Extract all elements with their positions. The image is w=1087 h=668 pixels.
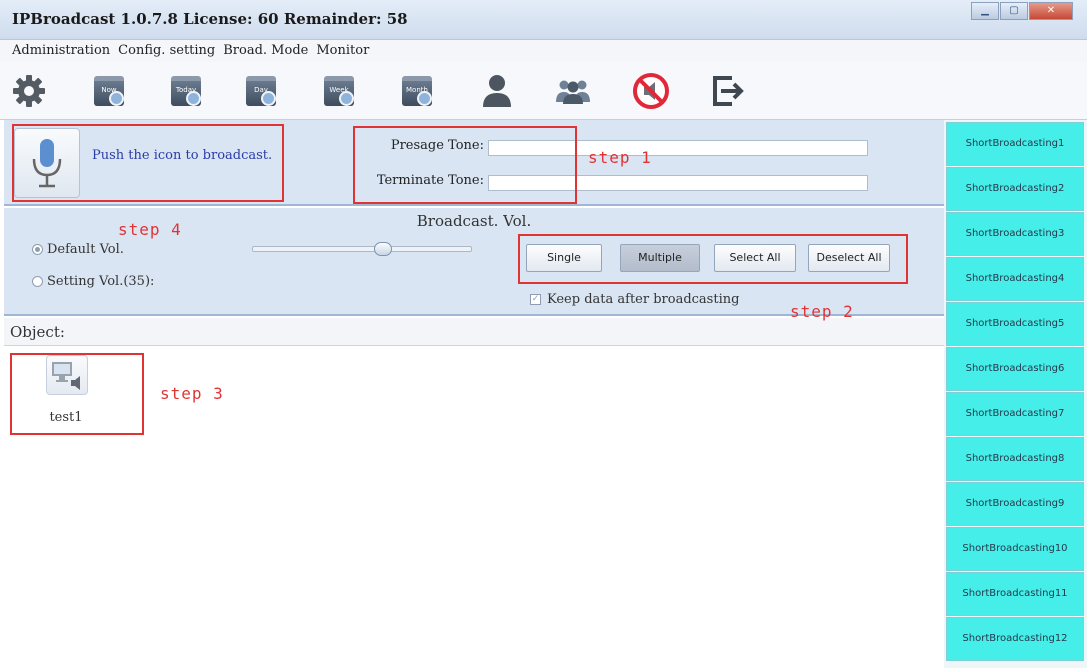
users-group-icon bbox=[556, 80, 590, 104]
minimize-button[interactable]: ▁ bbox=[971, 2, 999, 20]
user-button[interactable] bbox=[476, 70, 518, 112]
short-broadcasting-9[interactable]: ShortBroadcasting9 bbox=[946, 482, 1084, 526]
short-broadcasting-6[interactable]: ShortBroadcasting6 bbox=[946, 347, 1084, 391]
volume-slider[interactable] bbox=[252, 242, 472, 256]
setting-vol-label: Setting Vol.(35): bbox=[47, 274, 155, 289]
object-area: test1 bbox=[4, 347, 944, 668]
short-broadcasting-4[interactable]: ShortBroadcasting4 bbox=[946, 257, 1084, 301]
short-broadcasting-panel: ShortBroadcasting1 ShortBroadcasting2 Sh… bbox=[944, 120, 1087, 668]
gear-icon bbox=[13, 75, 45, 107]
settings-button[interactable] bbox=[8, 70, 50, 112]
calendar-now-icon: Now bbox=[94, 76, 124, 106]
step1-highlight-box bbox=[353, 126, 577, 204]
toolbar: Now Today Day Week Month bbox=[0, 62, 1087, 120]
menu-broad-mode[interactable]: Broad. Mode bbox=[223, 40, 308, 62]
clock-icon bbox=[261, 91, 276, 106]
step1-label: step 1 bbox=[588, 148, 652, 167]
keep-data-checkbox[interactable]: ✓ Keep data after broadcasting bbox=[530, 292, 739, 307]
menu-monitor[interactable]: Monitor bbox=[316, 40, 369, 62]
short-broadcasting-7[interactable]: ShortBroadcasting7 bbox=[946, 392, 1084, 436]
schedule-week-button[interactable]: Week bbox=[318, 70, 360, 112]
object-header: Object: bbox=[4, 318, 944, 346]
short-broadcasting-12[interactable]: ShortBroadcasting12 bbox=[946, 617, 1084, 661]
step4-label: step 4 bbox=[118, 220, 182, 239]
schedule-day-button[interactable]: Day bbox=[240, 70, 282, 112]
step3-highlight-box bbox=[10, 353, 144, 435]
broadcast-now-button[interactable]: Now bbox=[88, 70, 130, 112]
step2-highlight-box bbox=[518, 234, 908, 284]
user-group-button[interactable] bbox=[552, 70, 594, 112]
step4-highlight-box bbox=[12, 124, 284, 202]
radio-dot bbox=[32, 244, 43, 255]
menu-bar: Administration Config. setting Broad. Mo… bbox=[0, 40, 1087, 62]
user-icon bbox=[483, 75, 511, 107]
short-broadcasting-3[interactable]: ShortBroadcasting3 bbox=[946, 212, 1084, 256]
calendar-week-icon: Week bbox=[324, 76, 354, 106]
window-controls: ▁ ▢ ✕ bbox=[971, 2, 1073, 20]
checkbox-box: ✓ bbox=[530, 294, 541, 305]
exit-icon bbox=[713, 76, 744, 106]
setting-vol-radio[interactable]: Setting Vol.(35): bbox=[32, 274, 154, 289]
main-panel: Push the icon to broadcast. Presage Tone… bbox=[4, 120, 944, 668]
stop-broadcast-button[interactable] bbox=[630, 70, 672, 112]
clock-icon bbox=[417, 91, 432, 106]
volume-slider-thumb[interactable] bbox=[374, 242, 392, 256]
short-broadcasting-5[interactable]: ShortBroadcasting5 bbox=[946, 302, 1084, 346]
radio-dot bbox=[32, 276, 43, 287]
object-heading: Object: bbox=[10, 323, 65, 341]
short-broadcasting-10[interactable]: ShortBroadcasting10 bbox=[946, 527, 1084, 571]
short-broadcasting-2[interactable]: ShortBroadcasting2 bbox=[946, 167, 1084, 211]
schedule-today-button[interactable]: Today bbox=[165, 70, 207, 112]
close-button[interactable]: ✕ bbox=[1029, 2, 1073, 20]
clock-icon bbox=[339, 91, 354, 106]
calendar-day-icon: Day bbox=[246, 76, 276, 106]
calendar-month-icon: Month bbox=[402, 76, 432, 106]
default-vol-label: Default Vol. bbox=[47, 242, 124, 257]
menu-config-setting[interactable]: Config. setting bbox=[118, 40, 215, 62]
maximize-button[interactable]: ▢ bbox=[1000, 2, 1028, 20]
clock-icon bbox=[186, 91, 201, 106]
schedule-month-button[interactable]: Month bbox=[396, 70, 438, 112]
stop-broadcast-icon bbox=[633, 73, 669, 109]
short-broadcasting-11[interactable]: ShortBroadcasting11 bbox=[946, 572, 1084, 616]
short-broadcasting-8[interactable]: ShortBroadcasting8 bbox=[946, 437, 1084, 481]
calendar-today-icon: Today bbox=[171, 76, 201, 106]
title-bar: IPBroadcast 1.0.7.8 License: 60 Remainde… bbox=[0, 0, 1087, 40]
keep-data-label: Keep data after broadcasting bbox=[547, 292, 740, 307]
short-broadcasting-1[interactable]: ShortBroadcasting1 bbox=[946, 122, 1084, 166]
window-title: IPBroadcast 1.0.7.8 License: 60 Remainde… bbox=[12, 10, 408, 28]
step3-label: step 3 bbox=[160, 384, 224, 403]
default-vol-radio[interactable]: Default Vol. bbox=[32, 242, 124, 257]
clock-icon bbox=[109, 91, 124, 106]
menu-administration[interactable]: Administration bbox=[12, 40, 110, 62]
step2-label: step 2 bbox=[790, 302, 854, 321]
exit-button[interactable] bbox=[706, 70, 748, 112]
